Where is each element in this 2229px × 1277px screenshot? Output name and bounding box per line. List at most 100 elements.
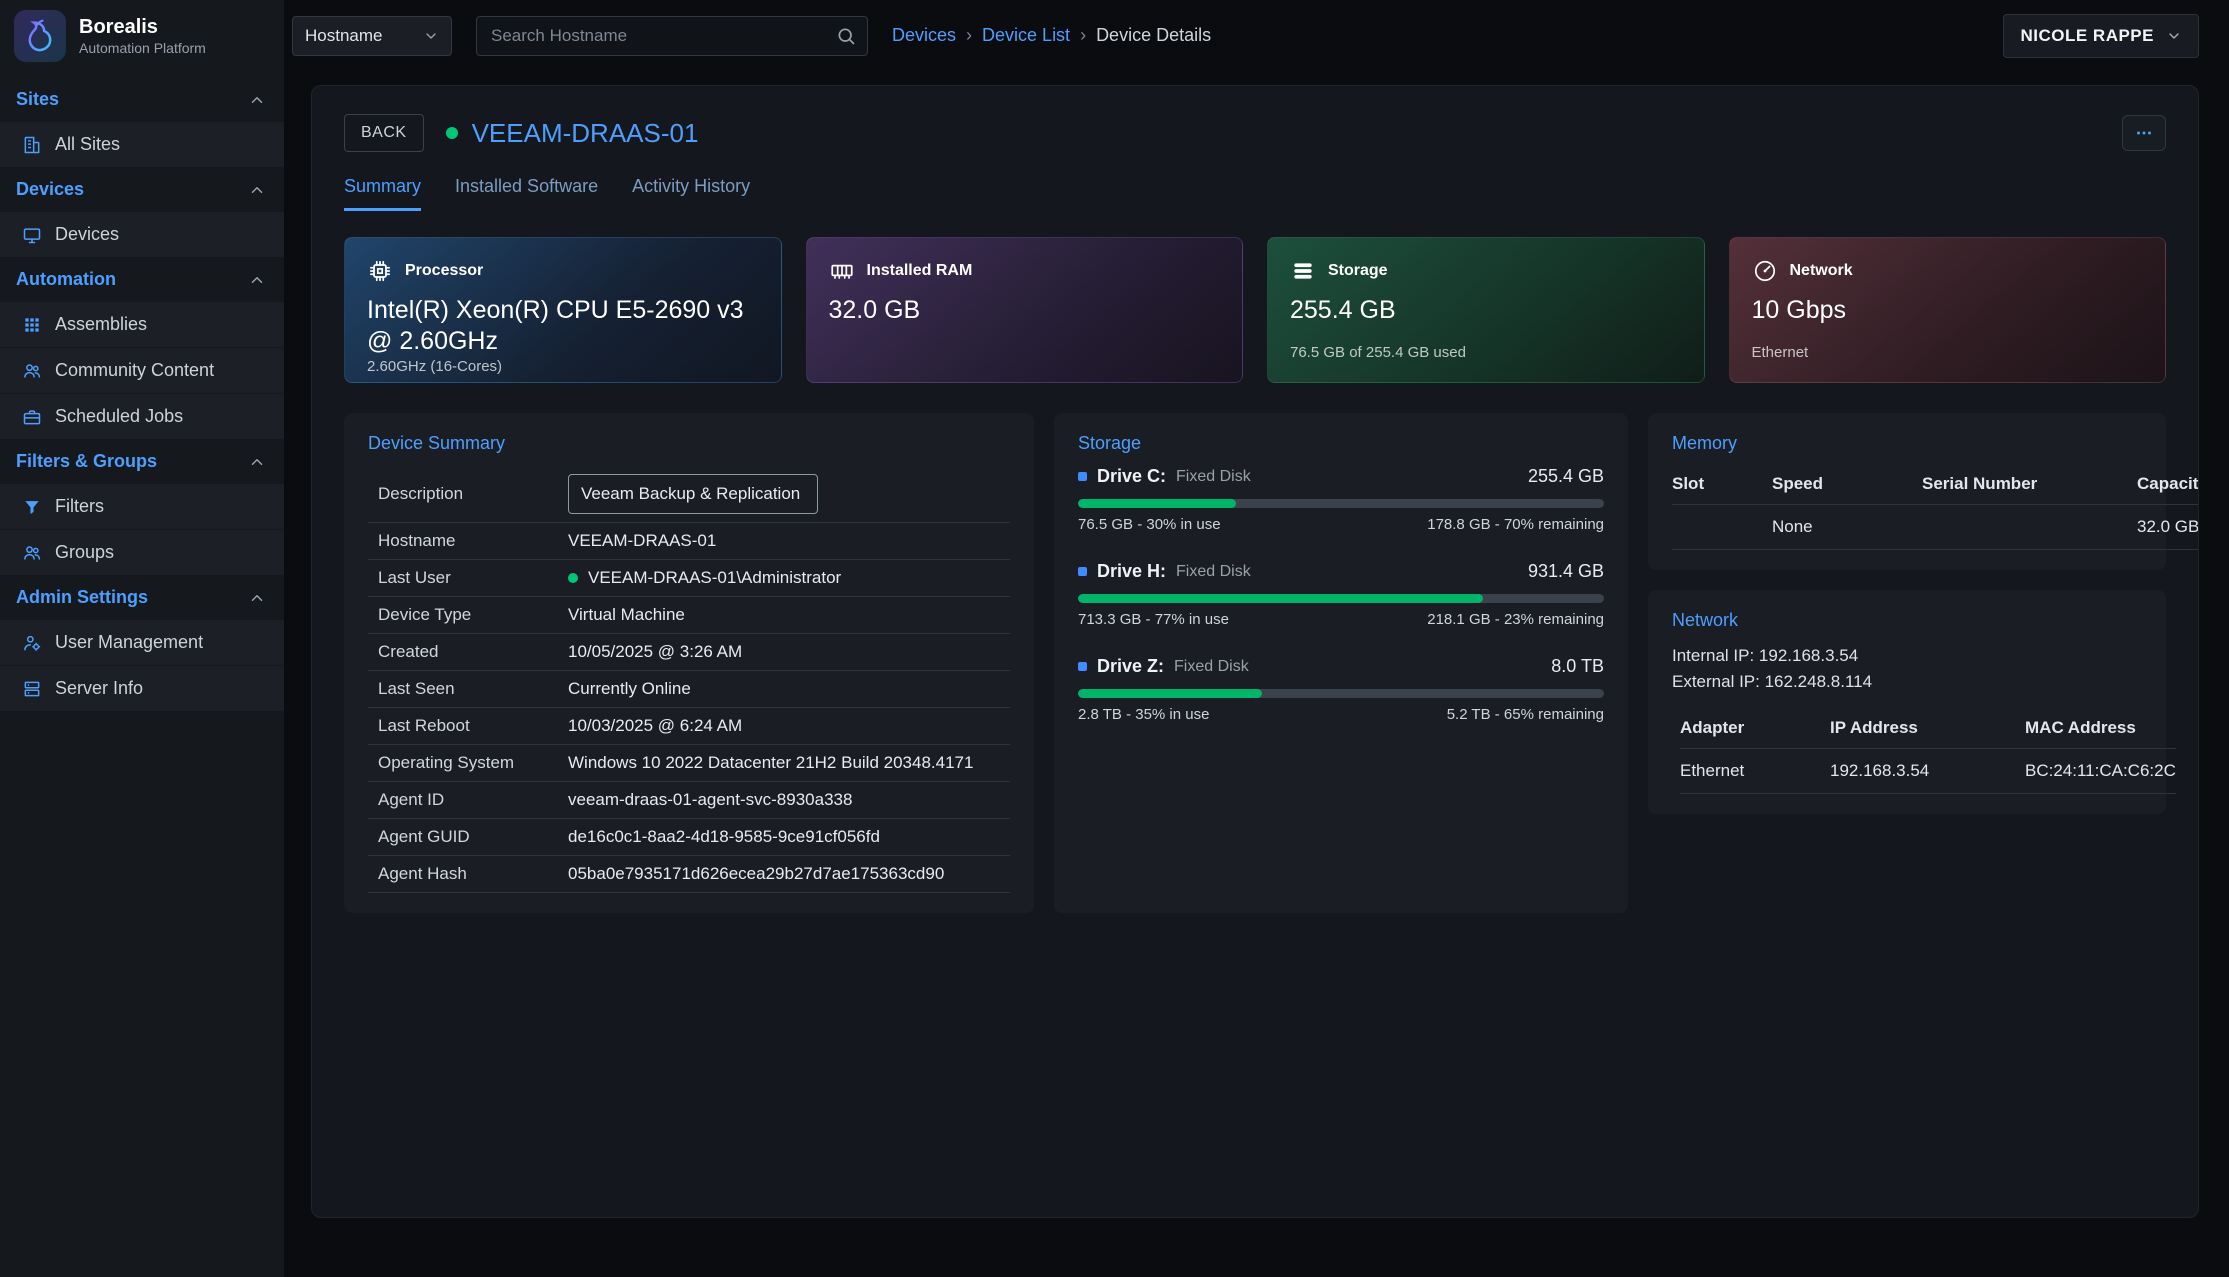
adapter-name: Ethernet xyxy=(1680,749,1830,794)
breadcrumb-current: Device Details xyxy=(1096,25,1211,46)
memory-speed: None xyxy=(1772,505,1922,550)
grid-icon xyxy=(22,315,42,335)
breadcrumb-device-list[interactable]: Device List xyxy=(982,25,1070,46)
drive-bullet-icon xyxy=(1078,567,1087,576)
summary-row-operating-system: Operating System Windows 10 2022 Datacen… xyxy=(368,745,1010,782)
nav-section-filters-groups[interactable]: Filters & Groups xyxy=(0,439,284,484)
breadcrumb-separator: › xyxy=(966,25,972,46)
ram-footer xyxy=(829,344,1221,362)
right-column: Memory Slot Speed Serial Number Capacity… xyxy=(1648,413,2166,913)
processor-value: Intel(R) Xeon(R) CPU E5-2690 v3 @ 2.60GH… xyxy=(367,295,759,358)
nav-section-admin-settings[interactable]: Admin Settings xyxy=(0,575,284,620)
gauge-icon xyxy=(1752,258,1778,284)
sidebar-item-all-sites[interactable]: All Sites xyxy=(0,122,284,167)
chevron-up-icon xyxy=(248,181,266,199)
summary-row-last-user: Last User VEEAM-DRAAS-01\Administrator xyxy=(368,560,1010,597)
ellipsis-icon xyxy=(2133,122,2155,144)
brand-logo-icon xyxy=(14,10,66,62)
drive-usage-bar xyxy=(1078,594,1604,603)
sidebar-item-filters[interactable]: Filters xyxy=(0,484,284,529)
detail-panels: Device Summary Description Hostname VEEA… xyxy=(344,413,2166,913)
main-column: Hostname Devices › Device List › Device … xyxy=(284,0,2229,1277)
network-panel: Network Internal IP: 192.168.3.54 Extern… xyxy=(1648,590,2166,814)
sidebar-item-groups[interactable]: Groups xyxy=(0,529,284,575)
device-details-page: BACK VEEAM-DRAAS-01 Summary Installed So… xyxy=(311,85,2199,1218)
drive-usage-bar xyxy=(1078,689,1604,698)
chevron-down-icon xyxy=(423,28,439,44)
panel-title: Storage xyxy=(1078,433,1604,454)
briefcase-icon xyxy=(22,407,42,427)
nav-section-automation[interactable]: Automation xyxy=(0,257,284,302)
network-table: Adapter IP Address MAC Address Ethernet … xyxy=(1672,710,2142,794)
summary-row-created: Created 10/05/2025 @ 3:26 AM xyxy=(368,634,1010,671)
summary-row-device-type: Device Type Virtual Machine xyxy=(368,597,1010,634)
processor-card: Processor Intel(R) Xeon(R) CPU E5-2690 v… xyxy=(344,237,782,383)
tab-activity-history[interactable]: Activity History xyxy=(632,176,750,211)
storage-value: 255.4 GB xyxy=(1290,295,1682,326)
page-title: VEEAM-DRAAS-01 xyxy=(472,118,699,149)
breadcrumb: Devices › Device List › Device Details xyxy=(892,25,1211,46)
network-footer: Ethernet xyxy=(1752,344,2144,362)
people-icon xyxy=(22,543,42,563)
topbar: Hostname Devices › Device List › Device … xyxy=(284,0,2229,71)
sidebar-item-scheduled-jobs[interactable]: Scheduled Jobs xyxy=(0,393,284,439)
brand: Borealis Automation Platform xyxy=(0,0,284,71)
breadcrumb-devices[interactable]: Devices xyxy=(892,25,956,46)
chevron-up-icon xyxy=(248,271,266,289)
adapter-mac: BC:24:11:CA:C6:2C xyxy=(2025,749,2176,794)
page-header: BACK VEEAM-DRAAS-01 xyxy=(344,114,2166,152)
sidebar: Borealis Automation Platform Sites All S… xyxy=(0,0,284,1277)
user-gear-icon xyxy=(22,633,42,653)
network-value: 10 Gbps xyxy=(1752,295,2144,326)
drive-bullet-icon xyxy=(1078,472,1087,481)
storage-panel: Storage Drive C: Fixed Disk 255.4 GB xyxy=(1054,413,1628,913)
panel-title: Memory xyxy=(1672,433,2142,454)
sidebar-item-devices[interactable]: Devices xyxy=(0,212,284,257)
tab-installed-software[interactable]: Installed Software xyxy=(455,176,598,211)
stat-cards: Processor Intel(R) Xeon(R) CPU E5-2690 v… xyxy=(344,237,2166,383)
people-icon xyxy=(22,361,42,381)
user-menu-button[interactable]: NICOLE RAPPE xyxy=(2003,14,2199,58)
chevron-down-icon xyxy=(2166,28,2182,44)
storage-card: Storage 255.4 GB 76.5 GB of 255.4 GB use… xyxy=(1267,237,1705,383)
drive-bullet-icon xyxy=(1078,662,1087,671)
online-dot xyxy=(568,573,578,583)
processor-footer: 2.60GHz (16-Cores) xyxy=(367,358,759,376)
summary-row-agent-hash: Agent Hash 05ba0e7935171d626ecea29b27d7a… xyxy=(368,856,1010,893)
storage-footer: 76.5 GB of 255.4 GB used xyxy=(1290,344,1682,362)
description-input[interactable] xyxy=(568,474,818,514)
panel-title: Network xyxy=(1672,610,2142,631)
hostname-filter-select[interactable]: Hostname xyxy=(292,16,452,56)
online-status-dot xyxy=(446,127,458,139)
external-ip: External IP: 162.248.8.114 xyxy=(1672,669,2142,695)
app-root: Borealis Automation Platform Sites All S… xyxy=(0,0,2229,1277)
chevron-up-icon xyxy=(248,589,266,607)
tab-summary[interactable]: Summary xyxy=(344,176,421,211)
ram-card: Installed RAM 32.0 GB xyxy=(806,237,1244,383)
breadcrumb-separator: › xyxy=(1080,25,1086,46)
brand-name: Borealis xyxy=(79,16,206,38)
ram-icon xyxy=(829,258,855,284)
nav-section-devices[interactable]: Devices xyxy=(0,167,284,212)
drive-usage-bar xyxy=(1078,499,1604,508)
search-input[interactable] xyxy=(476,16,868,56)
back-button[interactable]: BACK xyxy=(344,114,424,152)
memory-panel: Memory Slot Speed Serial Number Capacity… xyxy=(1648,413,2166,570)
sidebar-item-community-content[interactable]: Community Content xyxy=(0,347,284,393)
sidebar-item-server-info[interactable]: Server Info xyxy=(0,665,284,711)
internal-ip: Internal IP: 192.168.3.54 xyxy=(1672,643,2142,669)
memory-capacity: 32.0 GB xyxy=(2137,505,2199,550)
cpu-icon xyxy=(367,258,393,284)
funnel-icon xyxy=(22,497,42,517)
memory-table: Slot Speed Serial Number Capacity None 3… xyxy=(1672,466,2142,550)
summary-row-description: Description xyxy=(368,466,1010,523)
brand-subtitle: Automation Platform xyxy=(79,40,206,56)
nav-section-sites[interactable]: Sites xyxy=(0,77,284,122)
drive-h: Drive H: Fixed Disk 931.4 GB 713.3 GB - … xyxy=(1078,561,1604,628)
more-menu-button[interactable] xyxy=(2122,115,2166,151)
chevron-up-icon xyxy=(248,453,266,471)
search-icon[interactable] xyxy=(836,26,856,46)
sidebar-item-user-management[interactable]: User Management xyxy=(0,620,284,665)
sidebar-item-assemblies[interactable]: Assemblies xyxy=(0,302,284,347)
memory-serial xyxy=(1922,505,2137,550)
